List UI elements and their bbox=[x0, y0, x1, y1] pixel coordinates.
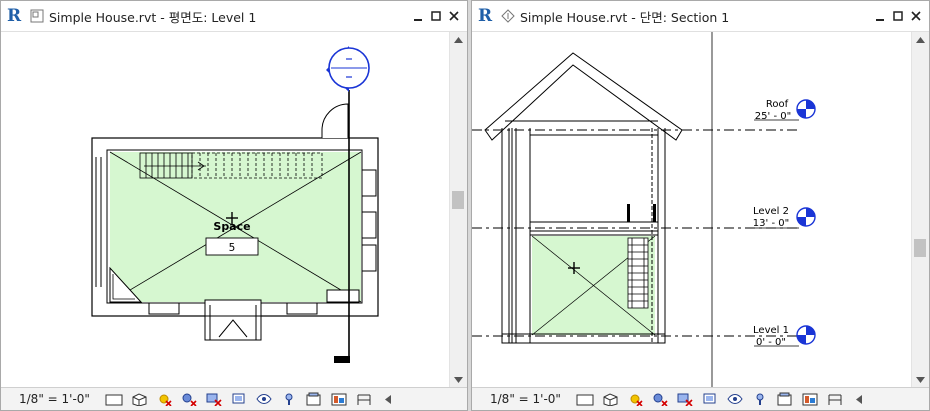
close-icon bbox=[449, 11, 459, 21]
minimize-button[interactable] bbox=[871, 7, 889, 25]
section-stairs[interactable] bbox=[627, 237, 649, 309]
chevron-left-icon bbox=[855, 394, 862, 404]
front-door[interactable] bbox=[204, 299, 262, 341]
section-titlebar[interactable]: R Simple House.rvt - 단면: Section 1 bbox=[472, 1, 929, 32]
close-button[interactable] bbox=[907, 7, 925, 25]
scroll-up-button[interactable] bbox=[450, 32, 467, 48]
section-view-icon bbox=[501, 9, 515, 23]
scroll-left-button[interactable] bbox=[852, 391, 866, 407]
scroll-down-button[interactable] bbox=[912, 372, 929, 388]
plan-view-icon bbox=[30, 9, 44, 23]
visual-style-icon[interactable] bbox=[129, 391, 149, 407]
level-elevation: 25' - 0" bbox=[755, 111, 791, 122]
detail-level-icon[interactable] bbox=[575, 391, 595, 407]
chevron-up-icon bbox=[916, 37, 925, 43]
minimize-icon bbox=[876, 19, 884, 21]
level-name: Level 1 bbox=[753, 325, 789, 336]
level-tag-level-2[interactable]: Level 2 13' - 0" bbox=[753, 206, 816, 229]
show-crop-icon[interactable] bbox=[229, 391, 249, 407]
shadows-icon[interactable] bbox=[179, 391, 199, 407]
sun-path-icon[interactable] bbox=[625, 391, 645, 407]
close-icon bbox=[911, 11, 921, 21]
reveal-hidden-icon[interactable] bbox=[750, 391, 770, 407]
level-elevation: 0' - 0" bbox=[756, 337, 786, 348]
maximize-button[interactable] bbox=[427, 7, 445, 25]
view-control-bar: 1/8" = 1'-0" bbox=[472, 387, 929, 410]
sun-path-icon[interactable] bbox=[154, 391, 174, 407]
floor-plan-titlebar[interactable]: R Simple House.rvt - 평면도: Level 1 bbox=[1, 1, 467, 32]
section-head-marker[interactable] bbox=[326, 46, 370, 92]
view-scale[interactable]: 1/8" = 1'-0" bbox=[490, 392, 561, 406]
maximize-icon bbox=[431, 11, 441, 21]
shadows-icon[interactable] bbox=[650, 391, 670, 407]
level-name: Level 2 bbox=[753, 206, 789, 217]
revit-logo-icon: R bbox=[7, 6, 22, 26]
section-view-window: R Simple House.rvt - 단면: Section 1 Roof … bbox=[471, 0, 930, 411]
temporary-view-properties-icon[interactable] bbox=[775, 391, 795, 407]
level-elevation: 13' - 0" bbox=[753, 218, 789, 229]
maximize-icon bbox=[893, 11, 903, 21]
temporary-view-properties-icon[interactable] bbox=[304, 391, 324, 407]
temporary-hide-icon[interactable] bbox=[254, 391, 274, 407]
section-vertical-scrollbar[interactable] bbox=[911, 32, 929, 388]
chevron-up-icon bbox=[454, 37, 463, 43]
scrollbar-thumb[interactable] bbox=[914, 239, 926, 257]
scroll-up-button[interactable] bbox=[912, 32, 929, 48]
scroll-left-button[interactable] bbox=[381, 391, 395, 407]
revit-logo-icon: R bbox=[478, 6, 493, 26]
floor-plan-title: Simple House.rvt - 평면도: Level 1 bbox=[49, 9, 257, 25]
scrollbar-thumb[interactable] bbox=[452, 191, 464, 209]
room-number: 5 bbox=[229, 242, 236, 254]
chevron-down-icon bbox=[454, 377, 463, 383]
level-tag-roof[interactable]: Roof 25' - 0" bbox=[754, 99, 816, 122]
show-crop-icon[interactable] bbox=[700, 391, 720, 407]
visual-style-icon[interactable] bbox=[600, 391, 620, 407]
view-control-bar: 1/8" = 1'-0" bbox=[1, 387, 467, 410]
detail-level-icon[interactable] bbox=[104, 391, 124, 407]
floor-plan-vertical-scrollbar[interactable] bbox=[449, 32, 467, 388]
minimize-icon bbox=[414, 19, 422, 21]
scroll-down-button[interactable] bbox=[450, 372, 467, 388]
maximize-button[interactable] bbox=[889, 7, 907, 25]
floor-plan-view-window: R Simple House.rvt - 평면도: Level 1 Space … bbox=[0, 0, 468, 411]
section-title: Simple House.rvt - 단면: Section 1 bbox=[520, 9, 730, 25]
close-button[interactable] bbox=[445, 7, 463, 25]
analytical-model-icon[interactable] bbox=[354, 391, 374, 407]
level-tag-level-1[interactable]: Level 1 0' - 0" bbox=[753, 325, 816, 348]
crop-view-icon[interactable] bbox=[204, 391, 224, 407]
analytical-model-icon[interactable] bbox=[825, 391, 845, 407]
floor-plan-canvas[interactable]: Space 5 bbox=[1, 32, 450, 388]
section-canvas[interactable]: Roof 25' - 0" Level 2 13' - 0" Level 1 0… bbox=[472, 32, 921, 388]
level-name: Roof bbox=[766, 99, 789, 110]
crop-view-icon[interactable] bbox=[675, 391, 695, 407]
chevron-down-icon bbox=[916, 377, 925, 383]
render-icon[interactable] bbox=[800, 391, 820, 407]
render-icon[interactable] bbox=[329, 391, 349, 407]
minimize-button[interactable] bbox=[409, 7, 427, 25]
view-scale[interactable]: 1/8" = 1'-0" bbox=[19, 392, 90, 406]
reveal-hidden-icon[interactable] bbox=[279, 391, 299, 407]
chevron-left-icon bbox=[384, 394, 391, 404]
temporary-hide-icon[interactable] bbox=[725, 391, 745, 407]
